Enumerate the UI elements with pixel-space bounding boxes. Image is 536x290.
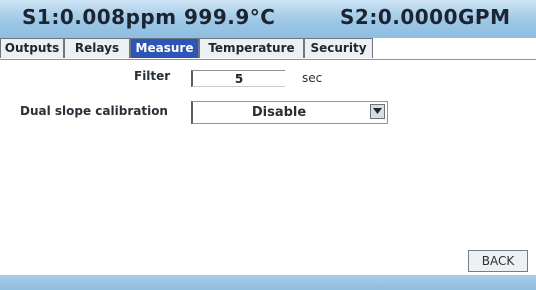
instrument-screen: S1:0.008ppm 999.9°C S2:0.0000GPM Outputs… — [0, 0, 536, 290]
tab-measure[interactable]: Measure — [130, 38, 199, 58]
filter-unit: sec — [302, 71, 323, 85]
sensor2-readout: S2:0.0000GPM — [340, 5, 511, 29]
filter-input[interactable] — [191, 70, 285, 87]
dual-slope-value: Disable — [251, 105, 307, 120]
status-bar: S1:0.008ppm 999.9°C S2:0.0000GPM — [0, 0, 536, 38]
chevron-down-icon[interactable] — [370, 104, 385, 119]
tab-security[interactable]: Security — [304, 38, 373, 58]
sensor1-readout: S1:0.008ppm 999.9°C — [22, 5, 276, 29]
dual-slope-select[interactable]: Disable — [191, 101, 388, 124]
measure-panel: Filter sec Dual slope calibration Disabl… — [0, 59, 536, 275]
back-button[interactable]: BACK — [468, 250, 528, 272]
tab-outputs[interactable]: Outputs — [0, 38, 64, 58]
footer-bar — [0, 275, 536, 290]
filter-label: Filter — [134, 69, 171, 83]
tab-temperature[interactable]: Temperature — [199, 38, 304, 58]
dual-slope-label: Dual slope calibration — [20, 104, 168, 118]
tab-bar: Outputs Relays Measure Temperature Secur… — [0, 38, 536, 59]
tab-relays[interactable]: Relays — [64, 38, 130, 58]
